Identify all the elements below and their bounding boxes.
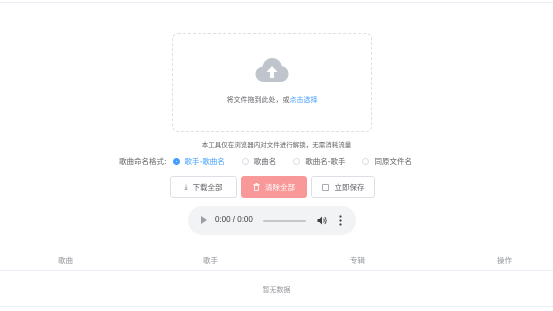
download-all-label: 下载全部	[192, 182, 223, 192]
naming-format-group: 歌曲命名格式: 歌手-歌曲名 歌曲名 歌曲名-歌手 同原文件名	[119, 155, 429, 167]
column-header-singer: 歌手	[203, 256, 218, 265]
upload-hint-text: 将文件拖到此处，或	[226, 96, 290, 104]
volume-icon[interactable]	[317, 215, 328, 226]
radio-label: 歌曲名	[253, 156, 277, 166]
checkbox-indicator	[321, 183, 329, 191]
save-now-checkbox[interactable]: 立即保存	[311, 176, 375, 198]
upload-select-link[interactable]: 点击选择	[290, 96, 318, 104]
radio-indicator	[362, 157, 370, 165]
audio-player: 0:00 / 0:00	[188, 206, 356, 235]
playback-time: 0:00 / 0:00	[215, 215, 253, 224]
radio-song-singer[interactable]: 歌曲名-歌手	[293, 156, 345, 167]
trash-icon	[253, 183, 260, 191]
table-header: 歌曲 歌手 专辑 操作	[0, 250, 553, 271]
empty-placeholder: 暂无数据	[262, 286, 291, 294]
column-header-song: 歌曲	[58, 256, 73, 265]
download-all-button[interactable]: ⤓ 下载全部	[170, 176, 237, 198]
table-empty-row: 暂无数据	[0, 271, 553, 307]
top-divider	[0, 2, 553, 3]
radio-label: 歌手-歌曲名	[184, 156, 225, 166]
upload-cloud-icon	[255, 58, 289, 82]
naming-format-label: 歌曲命名格式:	[119, 156, 167, 166]
radio-singer-song[interactable]: 歌手-歌曲名	[172, 156, 225, 167]
progress-slider[interactable]	[263, 220, 306, 222]
radio-label: 歌曲名-歌手	[305, 156, 346, 166]
radio-indicator	[293, 157, 301, 165]
column-header-album: 专辑	[350, 256, 365, 265]
radio-indicator	[241, 157, 249, 165]
radio-original-filename[interactable]: 同原文件名	[362, 156, 412, 167]
radio-song[interactable]: 歌曲名	[241, 156, 277, 167]
info-tip: 本工具仅在浏览器内对文件进行解锁，无需消耗流量	[201, 141, 352, 149]
column-header-actions: 操作	[497, 256, 512, 265]
clear-all-button[interactable]: 清除全部	[241, 176, 307, 198]
upload-dropzone[interactable]: 将文件拖到此处，或点击选择	[172, 33, 372, 132]
more-options-icon[interactable]	[339, 215, 342, 226]
radio-label: 同原文件名	[374, 156, 412, 166]
upload-hint: 将文件拖到此处，或点击选择	[173, 95, 371, 105]
save-now-label: 立即保存	[334, 182, 365, 192]
download-icon: ⤓	[184, 182, 188, 191]
play-icon[interactable]	[201, 216, 207, 224]
radio-indicator	[172, 157, 180, 165]
clear-all-label: 清除全部	[265, 182, 295, 192]
